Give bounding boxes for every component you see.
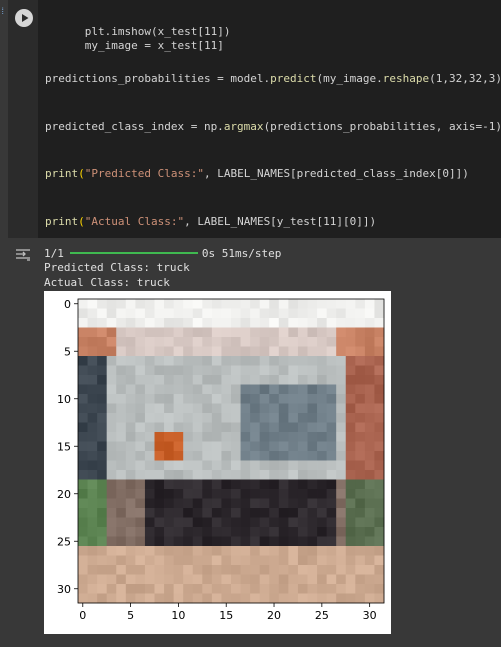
code-line-1: plt.imshow(x_test[11]) [84,25,231,38]
code-line-6: print("Actual Class:", LABEL_NAMES[y_tes… [45,215,377,228]
play-icon [22,14,29,22]
run-area [8,0,38,238]
notebook-cell: ⁞ plt.imshow(x_test[11]) my_image = x_te… [0,0,501,647]
progress-line: 1/1 0s 51ms/step [44,247,281,261]
code-line-2: my_image = x_test[11] [84,39,224,52]
image-pixels [78,299,385,604]
predicted-class-output: Predicted Class: truck [44,261,190,274]
y-tick-label: 20 [57,488,71,501]
y-tick-label: 30 [57,583,71,596]
progress-stats: 0s 51ms/step [201,247,282,260]
code-line-5: print("Predicted Class:", LABEL_NAMES[pr… [45,167,469,180]
collapse-marker-icon[interactable]: ⁞ [0,8,6,23]
actual-class-output: Actual Class: truck [44,276,170,289]
code-line-4: predicted_class_index = np.argmax(predic… [45,120,501,133]
plot-canvas: 0 5 10 15 20 25 30 0 5 10 15 20 25 30 [57,298,385,622]
run-cell-button[interactable] [15,9,33,27]
code-line-3: predictions_probabilities = model.predic… [45,72,501,85]
y-tick-label: 15 [57,440,71,453]
progress-bar [69,252,198,254]
x-tick-label: 5 [127,609,134,622]
x-tick-label: 10 [171,609,185,622]
y-tick-label: 0 [64,298,71,311]
output-toggle-icon[interactable] [14,248,32,262]
x-tick-label: 30 [363,609,377,622]
progress-label: 1/1 [44,247,64,260]
y-tick-label: 10 [57,393,71,406]
y-tick-label: 5 [64,345,71,358]
cell-output: 1/1 0s 51ms/step Predicted Class: truck A… [0,238,501,647]
x-tick-label: 20 [267,609,281,622]
x-tick-label: 25 [315,609,329,622]
x-tick-label: 15 [219,609,233,622]
cell-gutter: ⁞ [0,0,8,238]
imshow-plot: 0 5 10 15 20 25 30 0 5 10 15 20 25 30 [44,291,391,634]
code-editor[interactable]: plt.imshow(x_test[11]) my_image = x_test… [38,0,501,238]
x-tick-label: 0 [79,609,86,622]
y-tick-label: 25 [57,535,71,548]
